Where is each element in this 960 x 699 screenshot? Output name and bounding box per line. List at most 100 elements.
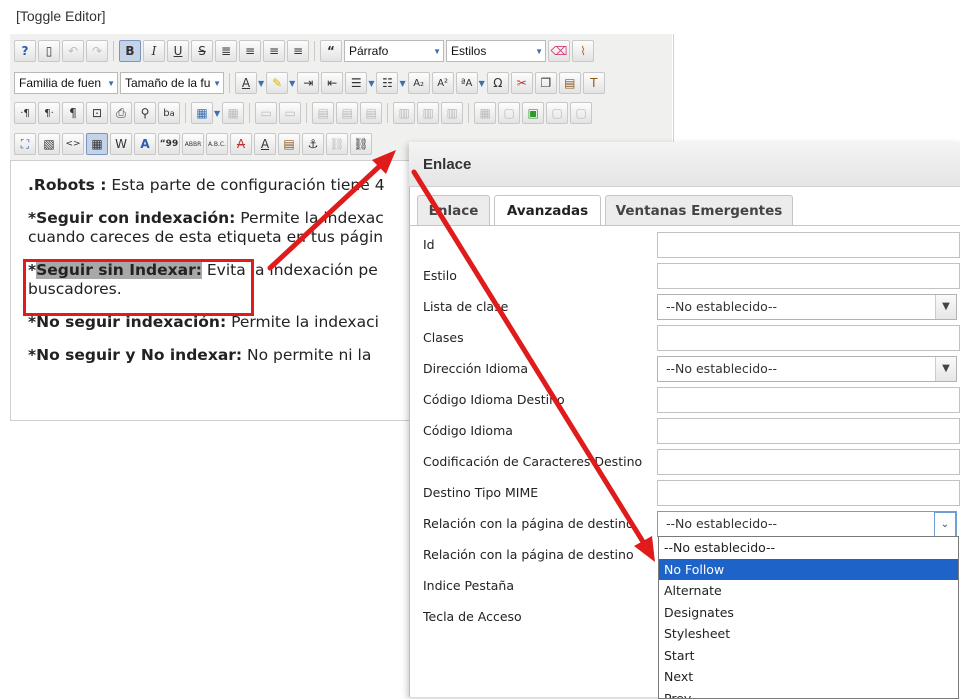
split-cells-icon[interactable]: ▦ [474,102,496,124]
style-input[interactable] [657,263,960,289]
underline-button[interactable]: U [167,40,189,62]
id-input[interactable] [657,232,960,258]
ins-icon[interactable]: A [254,133,276,155]
cell-props-icon[interactable]: ▭ [279,102,301,124]
outdent-icon[interactable]: ⇤ [321,72,343,94]
template-icon[interactable]: ▧ [38,133,60,155]
italic-button[interactable]: I [143,40,165,62]
paragraph-icon[interactable]: ¶ [62,102,84,124]
align-left-icon[interactable]: ≡ [263,40,285,62]
label-access-key: Tecla de Acceso [423,609,522,624]
insert-row-before-icon[interactable]: ▤ [312,102,334,124]
spellcheck-icon[interactable]: A [134,133,156,155]
justify-full-icon[interactable]: ≣ [215,40,237,62]
insert-layer-icon[interactable]: ▣ [522,102,544,124]
insert-row-after-icon[interactable]: ▤ [336,102,358,124]
chevron-down-icon: ⌄ [934,512,956,538]
copy-icon[interactable]: ❐ [535,72,557,94]
dropdown-option[interactable]: Start [659,645,958,667]
redo-icon[interactable]: ↷ [86,40,108,62]
omega-icon[interactable]: Ω [487,72,509,94]
dropdown-option[interactable]: Prev [659,688,958,699]
font-color-icon[interactable]: A [235,72,257,94]
tab-ventanas-emergentes[interactable]: Ventanas Emergentes [605,195,793,225]
delete-row-icon[interactable]: ▤ [360,102,382,124]
broom-icon[interactable]: ⌇ [572,40,594,62]
target-charset-input[interactable] [657,449,960,475]
anchor-icon[interactable]: ⚓ [302,133,324,155]
fullscreen-icon[interactable]: ⛶ [14,133,36,155]
rel-dropdown-list[interactable]: --No establecido-- No Follow Alternate D… [658,536,959,699]
format-select[interactable]: Párrafo▼ [344,40,444,62]
unlink-icon[interactable]: ⛓ [326,133,348,155]
font-family-select[interactable]: Familia de fuen▼ [14,72,118,94]
find-icon[interactable]: ⚲ [134,102,156,124]
table-icon[interactable]: ▦ [191,102,213,124]
dropdown-option-selected[interactable]: No Follow [659,559,958,581]
label-classes: Clases [423,330,464,345]
print-icon[interactable]: ⎙ [110,102,132,124]
insert-col-after-icon[interactable]: ▥ [417,102,439,124]
styles-select[interactable]: Estilos▼ [446,40,546,62]
lang-dir-select[interactable]: --No establecido--▼ [657,356,957,382]
align-right-icon[interactable]: ≡ [287,40,309,62]
subscript-icon[interactable]: A₂ [408,72,430,94]
bold-button[interactable]: B [119,40,141,62]
replace-icon[interactable]: ba [158,102,180,124]
cite-icon[interactable]: “99 [158,133,180,155]
row-props-icon[interactable]: ▭ [255,102,277,124]
cut-icon[interactable]: ✂ [511,72,533,94]
merge-cells-icon[interactable]: ▢ [498,102,520,124]
indent-icon[interactable]: ⇥ [297,72,319,94]
new-document-icon[interactable]: ▯ [38,40,60,62]
special-char-icon[interactable]: ªA [456,72,478,94]
target-mime-input[interactable] [657,480,960,506]
paste-icon[interactable]: ▤ [559,72,581,94]
del-icon[interactable]: A [230,133,252,155]
help-icon[interactable]: ? [14,40,36,62]
dropdown-option[interactable]: Alternate [659,580,958,602]
link-icon[interactable]: ⛓ [350,133,372,155]
undo-icon[interactable]: ↶ [62,40,84,62]
lang-code-input[interactable] [657,418,960,444]
abbr-icon[interactable]: ABBR [182,133,204,155]
align-center-icon[interactable]: ≡ [239,40,261,62]
robots-heading: .Robots : [28,176,106,194]
follow-index-paragraph: *Seguir con indexación: Permite la index… [28,209,428,247]
blockquote-icon[interactable]: “ [320,40,342,62]
insert-col-before-icon[interactable]: ▥ [393,102,415,124]
chevron-down-icon: ▼ [213,79,221,88]
acronym-icon[interactable]: A.B.C. [206,133,228,155]
ltr-icon[interactable]: ·¶ [14,102,36,124]
classes-input[interactable] [657,325,960,351]
dialog-titlebar[interactable]: Enlace [409,142,960,187]
attributes-icon[interactable]: ▤ [278,133,300,155]
dropdown-option[interactable]: Designates [659,602,958,624]
bulleted-list-icon[interactable]: ☷ [376,72,398,94]
superscript-icon[interactable]: A² [432,72,454,94]
dropdown-option[interactable]: Stylesheet [659,623,958,645]
highlight-color-icon[interactable]: ✎ [266,72,288,94]
source-code-icon[interactable]: <> [62,133,84,155]
delete-table-icon[interactable]: ▦ [222,102,244,124]
dropdown-option[interactable]: --No establecido-- [659,537,958,559]
preview-icon[interactable]: ⊡ [86,102,108,124]
tab-avanzadas[interactable]: Avanzadas [494,195,601,226]
rel-select[interactable]: --No establecido--⌄ [657,511,957,537]
target-lang-code-input[interactable] [657,387,960,413]
move-forward-icon[interactable]: ▢ [546,102,568,124]
move-backward-icon[interactable]: ▢ [570,102,592,124]
numbered-list-icon[interactable]: ☰ [345,72,367,94]
font-size-select[interactable]: Tamaño de la fu▼ [120,72,224,94]
dropdown-option[interactable]: Next [659,666,958,688]
rtl-icon[interactable]: ¶· [38,102,60,124]
paste-word-icon[interactable]: W [110,133,132,155]
delete-col-icon[interactable]: ▥ [441,102,463,124]
paste-text-icon[interactable]: T [583,72,605,94]
strikethrough-button[interactable]: S [191,40,213,62]
visual-aid-icon[interactable]: ▦ [86,133,108,155]
toggle-editor-link[interactable]: [Toggle Editor] [16,8,106,24]
eraser-icon[interactable]: ⌫ [548,40,570,62]
class-list-select[interactable]: --No establecido--▼ [657,294,957,320]
tab-enlace[interactable]: Enlace [417,195,490,225]
